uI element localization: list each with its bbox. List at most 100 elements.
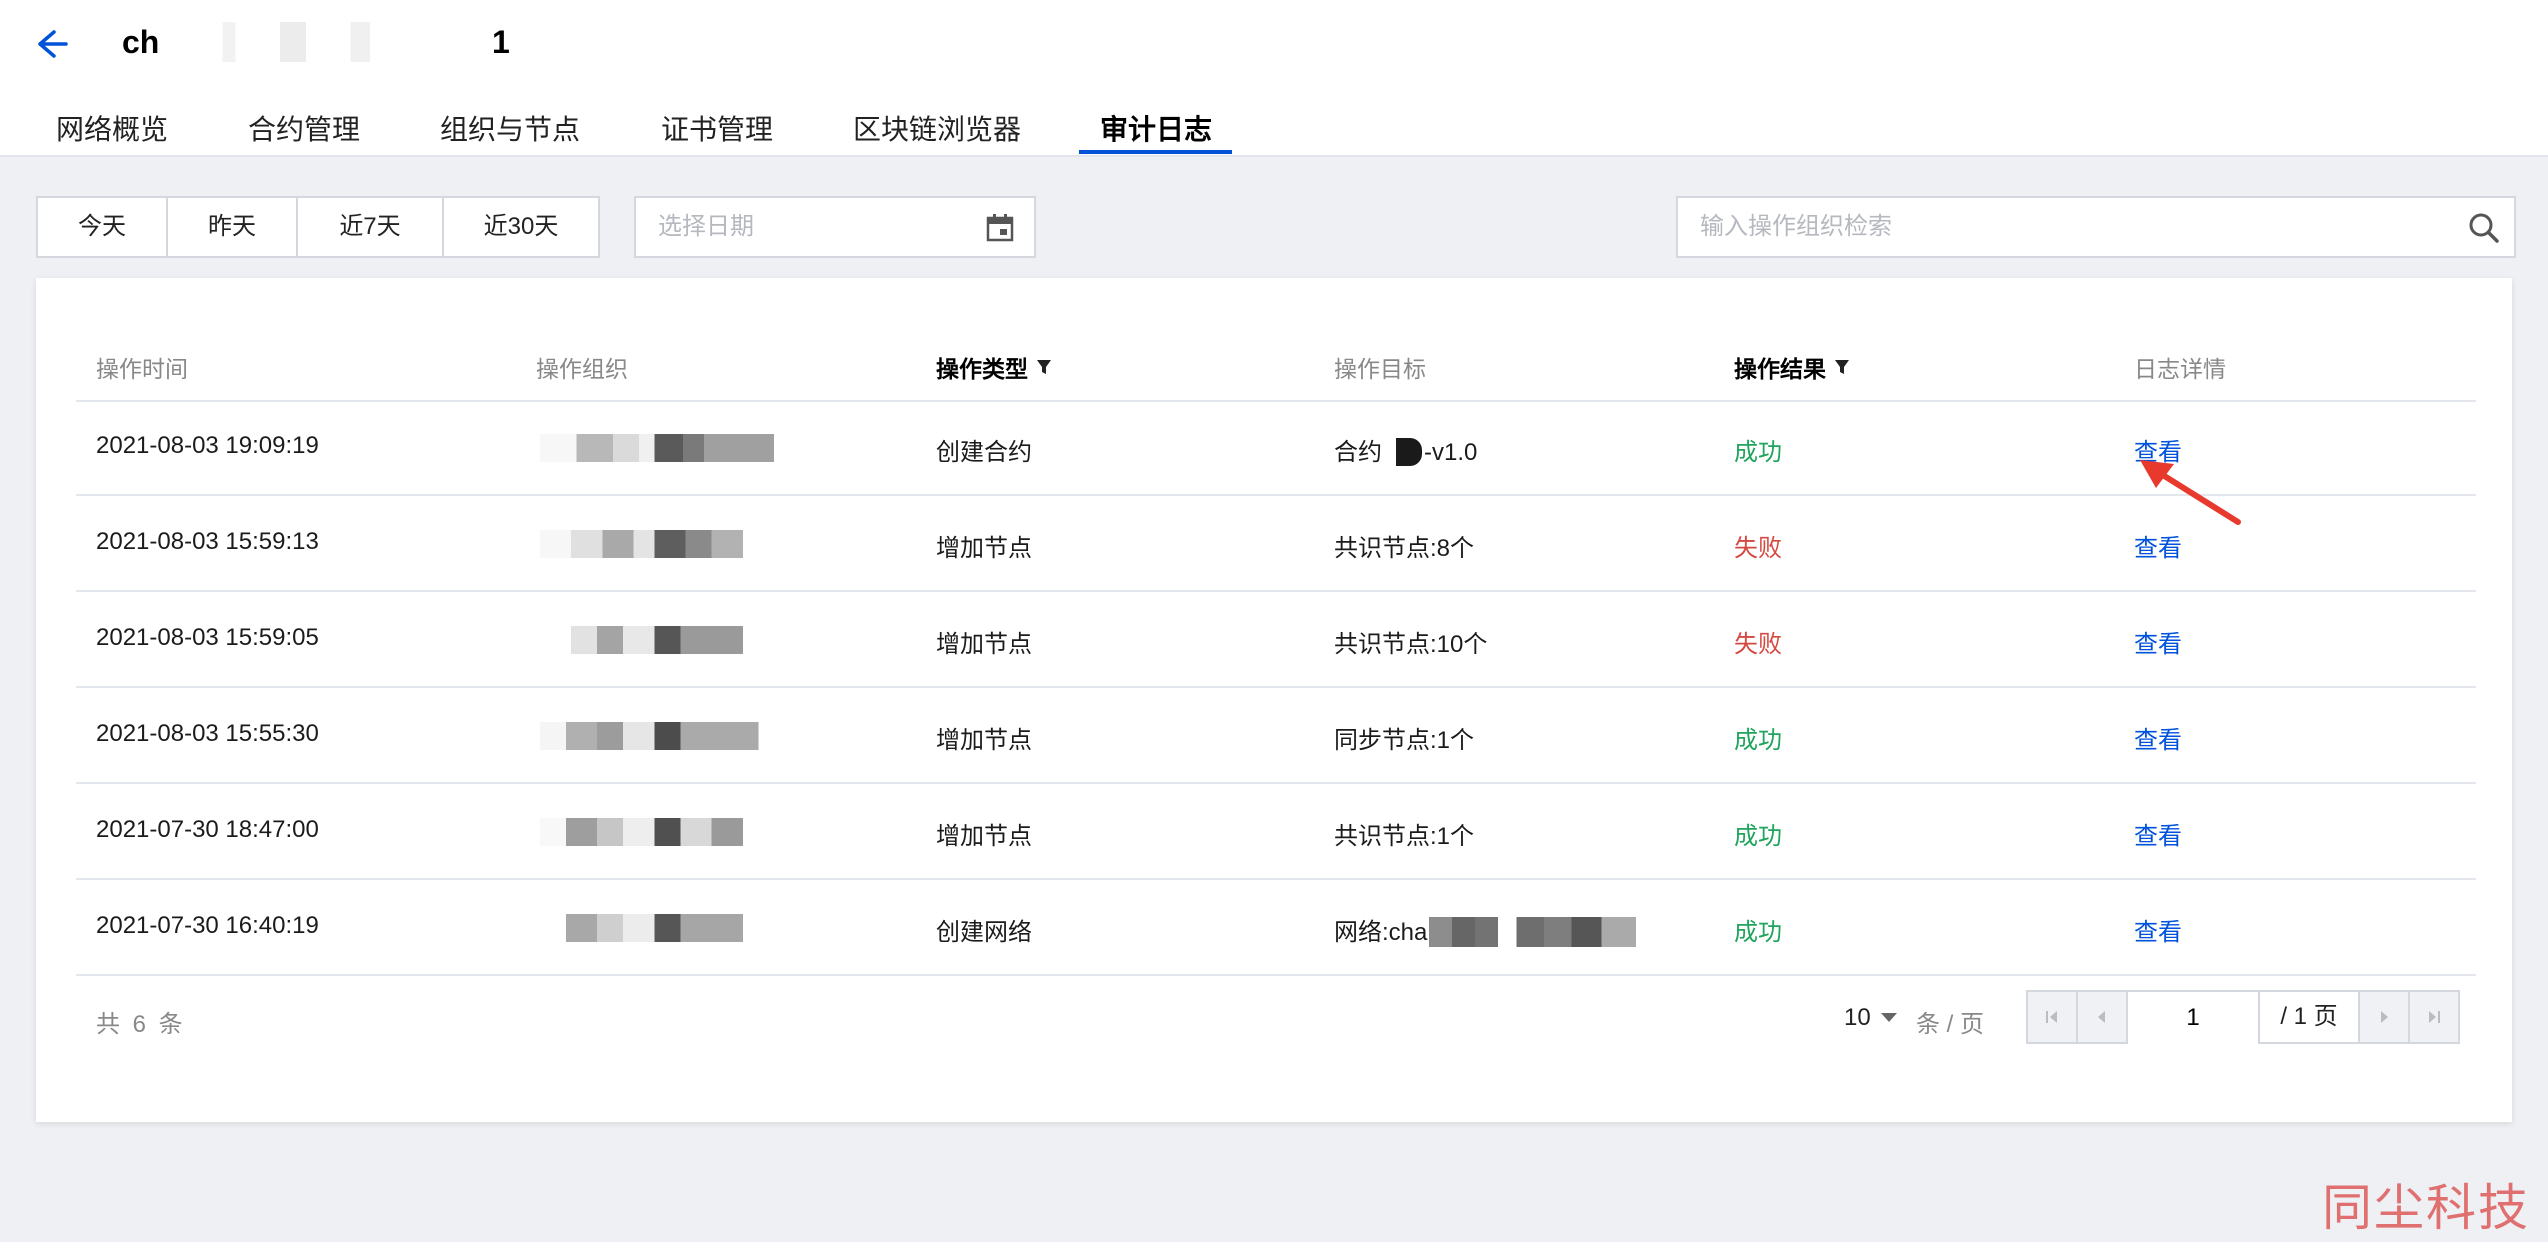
org-search-input[interactable] — [1698, 212, 2442, 242]
range-7days-button[interactable]: 近7天 — [298, 198, 444, 256]
col-log-detail: 日志详情 — [2134, 356, 2226, 382]
op-type: 创建网络 — [936, 919, 1032, 946]
range-30days-button[interactable]: 近30天 — [444, 198, 598, 256]
pagination: / 1 页 — [2026, 990, 2460, 1044]
first-page-button[interactable] — [2028, 992, 2078, 1042]
back-arrow-icon[interactable] — [30, 24, 70, 64]
table-row: 2021-08-03 19:09:19 创建合约 合约 -v1.0 成功 查看 — [76, 400, 2476, 496]
col-op-time: 操作时间 — [96, 356, 188, 382]
active-tab-indicator — [1079, 150, 1232, 154]
tab-org-and-nodes[interactable]: 组织与节点 — [440, 108, 580, 161]
page-title-suffix: 1 — [492, 24, 510, 60]
op-time: 2021-07-30 16:40:19 — [96, 912, 319, 939]
op-target: 同步节点:1个 — [1334, 720, 1474, 755]
op-type: 增加节点 — [936, 823, 1032, 850]
date-picker[interactable] — [634, 196, 1036, 258]
redacted-network — [1429, 917, 1660, 947]
view-detail-link[interactable]: 查看 — [2134, 720, 2182, 755]
top-bar: ch 1 网络概览 合约管理 组织与节点 证书管理 区块链浏览器 审计日志 — [0, 0, 2548, 157]
page-number-input[interactable] — [2128, 992, 2260, 1044]
op-type: 增加节点 — [936, 535, 1032, 562]
redacted-org — [540, 434, 800, 462]
tab-contract-management[interactable]: 合约管理 — [248, 108, 360, 161]
op-target: 共识节点:10个 — [1334, 624, 1487, 659]
chevron-down-icon — [1880, 1013, 1897, 1022]
col-op-result-label: 操作结果 — [1734, 356, 1826, 382]
filter-icon[interactable] — [1036, 359, 1052, 375]
op-target-label: 同步节点:1个 — [1334, 727, 1475, 754]
org-search-box[interactable] — [1676, 196, 2516, 258]
op-target-label: 共识节点:10个 — [1334, 631, 1488, 658]
op-result: 失败 — [1734, 535, 1782, 562]
op-target: 共识节点:1个 — [1334, 816, 1474, 851]
range-yesterday-button[interactable]: 昨天 — [168, 198, 298, 256]
first-page-icon — [2046, 1011, 2057, 1023]
watermark: 同尘科技 — [2322, 1179, 2530, 1237]
filter-icon[interactable] — [1834, 359, 1850, 375]
range-today-button[interactable]: 今天 — [38, 198, 168, 256]
annotation-arrow-icon — [2140, 460, 2241, 525]
col-op-type-label: 操作类型 — [936, 356, 1028, 382]
date-input[interactable] — [656, 212, 960, 242]
col-op-result: 操作结果 — [1734, 350, 1850, 384]
last-page-icon — [2429, 1011, 2440, 1023]
total-pages: / 1 页 — [2260, 992, 2360, 1042]
op-target: 合约 -v1.0 — [1334, 432, 1477, 467]
table-header: 操作时间 操作组织 操作类型 操作目标 操作结果 日志详情 — [76, 328, 2476, 402]
op-target-label: 合约 — [1334, 439, 1382, 466]
view-detail-link[interactable]: 查看 — [2134, 912, 2182, 947]
redacted-org — [540, 626, 800, 654]
total-count: 共 6 条 — [96, 1011, 186, 1038]
op-result: 失败 — [1734, 631, 1782, 658]
redacted-org — [540, 530, 800, 558]
table-row: 2021-08-03 15:59:05 增加节点 共识节点:10个 失败 查看 — [76, 592, 2476, 688]
op-result: 成功 — [1734, 919, 1782, 946]
op-time: 2021-08-03 19:09:19 — [96, 432, 319, 459]
view-detail-link[interactable]: 查看 — [2134, 528, 2182, 563]
op-target-label: 网络:cha — [1334, 919, 1428, 946]
op-result: 成功 — [1734, 823, 1782, 850]
last-page-button[interactable] — [2410, 992, 2458, 1042]
op-type: 增加节点 — [936, 631, 1032, 658]
op-target-label: 共识节点:1个 — [1334, 823, 1475, 850]
tab-cert-management[interactable]: 证书管理 — [661, 108, 773, 161]
col-op-type: 操作类型 — [936, 350, 1052, 384]
next-page-button[interactable] — [2360, 992, 2410, 1042]
audit-log-table-card: 操作时间 操作组织 操作类型 操作目标 操作结果 日志详情 2021-08-03… — [36, 278, 2512, 1122]
page-size-value: 10 — [1844, 1004, 1871, 1031]
page-size-select[interactable]: 10 — [1844, 1004, 1897, 1032]
redacted-org — [540, 914, 800, 942]
view-detail-link[interactable]: 查看 — [2134, 816, 2182, 851]
view-detail-link[interactable]: 查看 — [2134, 624, 2182, 659]
per-page-label: 条 / 页 — [1916, 1011, 1985, 1038]
table-row: 2021-08-03 15:59:13 增加节点 共识节点:8个 失败 查看 — [76, 496, 2476, 592]
redacted-title — [165, 22, 485, 62]
prev-page-icon — [2098, 1011, 2105, 1023]
prev-page-button[interactable] — [2078, 992, 2128, 1042]
op-target: 共识节点:8个 — [1334, 528, 1474, 563]
tab-blockchain-explorer[interactable]: 区块链浏览器 — [853, 108, 1021, 161]
op-type: 创建合约 — [936, 439, 1032, 466]
op-result: 成功 — [1734, 439, 1782, 466]
search-icon[interactable] — [2466, 210, 2502, 246]
redacted-contract — [1396, 438, 1422, 466]
table-row: 2021-08-03 15:55:30 增加节点 同步节点:1个 成功 查看 — [76, 688, 2476, 784]
tab-network-overview[interactable]: 网络概览 — [56, 108, 168, 161]
redacted-org — [540, 722, 800, 750]
op-target-suffix: -v1.0 — [1424, 439, 1478, 466]
op-time: 2021-08-03 15:59:13 — [96, 528, 319, 555]
op-time: 2021-07-30 18:47:00 — [96, 816, 319, 843]
date-range-selector: 今天 昨天 近7天 近30天 — [36, 196, 600, 258]
page-title: ch — [122, 24, 160, 60]
redacted-org — [540, 818, 800, 846]
next-page-icon — [2381, 1011, 2388, 1023]
col-op-target: 操作目标 — [1334, 356, 1426, 382]
op-time: 2021-08-03 15:55:30 — [96, 720, 319, 747]
table-row: 2021-07-30 16:40:19 创建网络 网络:cha 成功 查看 — [76, 880, 2476, 976]
op-type: 增加节点 — [936, 727, 1032, 754]
op-result: 成功 — [1734, 727, 1782, 754]
col-op-org: 操作组织 — [536, 356, 628, 382]
table-row: 2021-07-30 18:47:00 增加节点 共识节点:1个 成功 查看 — [76, 784, 2476, 880]
calendar-icon[interactable] — [984, 212, 1016, 244]
op-time: 2021-08-03 15:59:05 — [96, 624, 319, 651]
